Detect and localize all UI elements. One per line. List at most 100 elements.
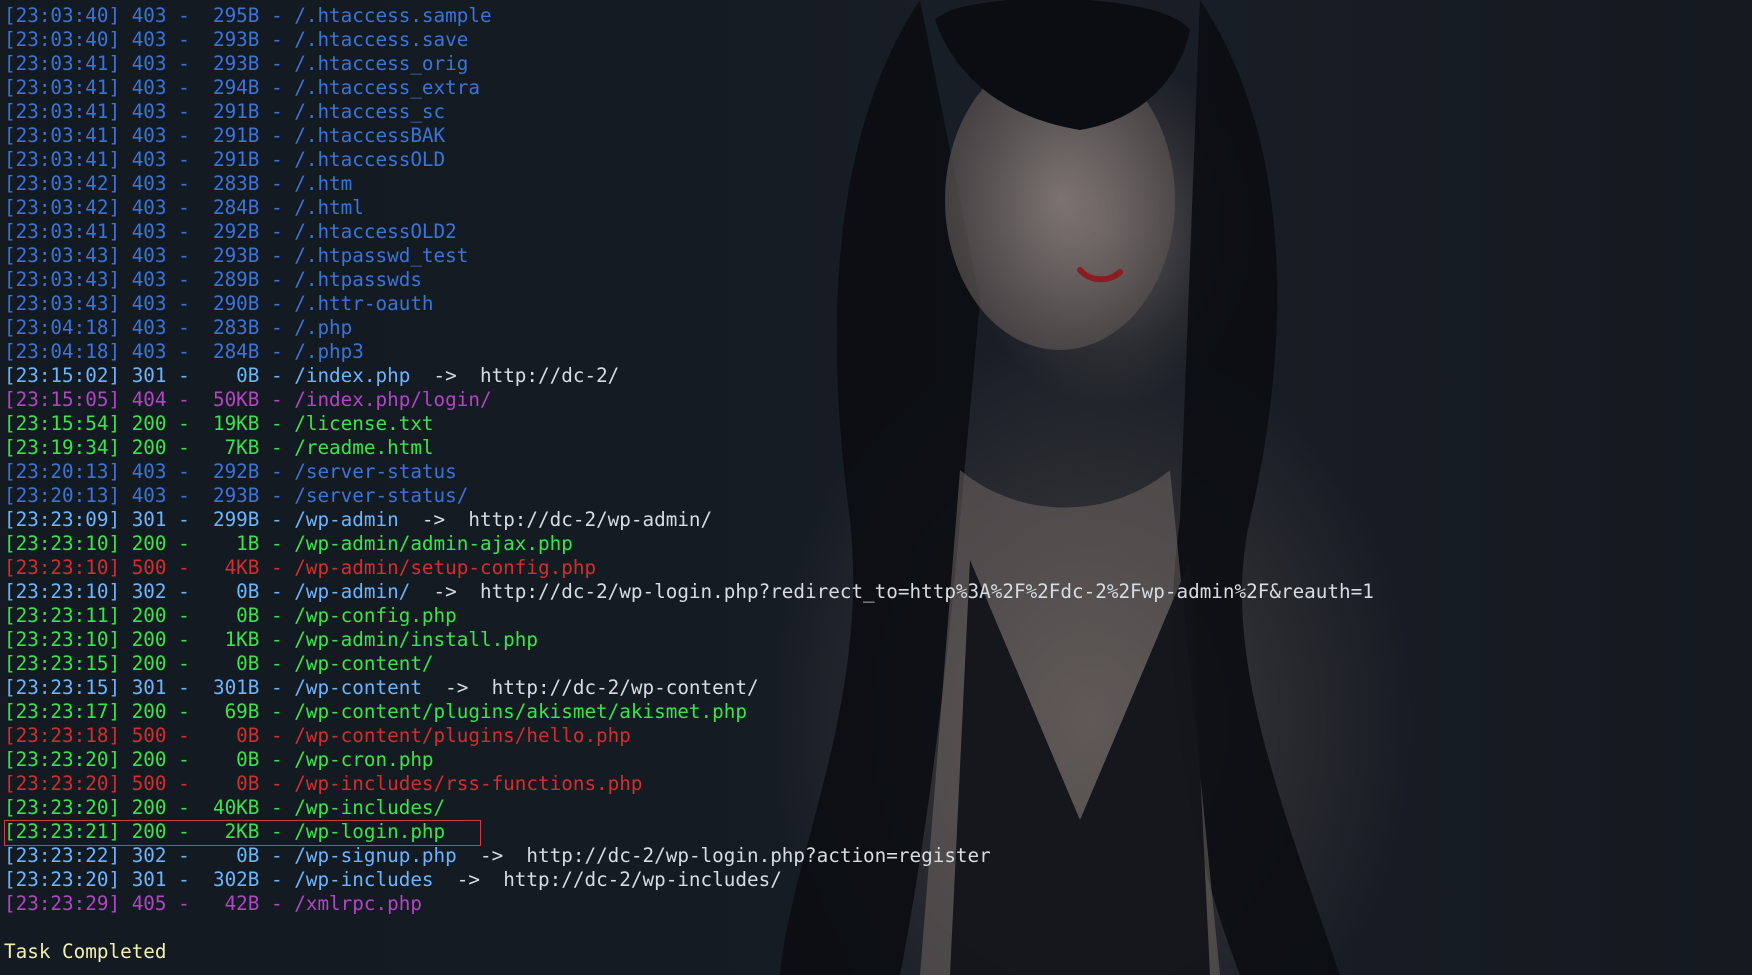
log-status: 200 (120, 628, 167, 651)
log-time: [23:23:10] (4, 556, 121, 579)
log-size: 283B (201, 316, 260, 339)
log-separator: - (166, 172, 202, 195)
log-status: 403 (120, 268, 167, 291)
log-status: 301 (120, 364, 167, 387)
log-time: [23:23:29] (4, 892, 121, 915)
log-path: /xmlrpc.php (294, 892, 422, 915)
log-status: 405 (120, 892, 167, 915)
log-separator: - (259, 100, 295, 123)
log-size: 299B (201, 508, 260, 531)
log-path: /wp-content/plugins/hello.php (294, 724, 631, 747)
log-separator: - (259, 4, 295, 27)
log-path: /wp-includes (294, 868, 434, 891)
log-time: [23:03:41] (4, 52, 121, 75)
log-separator: - (259, 772, 295, 795)
log-size: 293B (201, 52, 260, 75)
log-time: [23:03:41] (4, 76, 121, 99)
log-path: /.htm (294, 172, 353, 195)
log-line: [23:23:11] 200 - 0B - /wp-config.php (4, 604, 1374, 628)
log-path: /wp-cron.php (294, 748, 434, 771)
log-status: 403 (120, 484, 167, 507)
log-line: [23:04:18] 403 - 284B - /.php3 (4, 340, 1374, 364)
log-status: 403 (120, 172, 167, 195)
log-time: [23:23:11] (4, 604, 121, 627)
log-status: 200 (120, 748, 167, 771)
redirect-arrow: -> (433, 868, 504, 891)
log-time: [23:15:02] (4, 364, 121, 387)
log-separator: - (259, 268, 295, 291)
log-separator: - (166, 556, 202, 579)
log-size: 42B (201, 892, 260, 915)
log-separator: - (259, 724, 295, 747)
log-time: [23:03:41] (4, 124, 121, 147)
log-status: 302 (120, 844, 167, 867)
log-line: [23:23:20] 200 - 40KB - /wp-includes/ (4, 796, 1374, 820)
log-size: 283B (201, 172, 260, 195)
log-separator: - (259, 748, 295, 771)
log-path: /wp-signup.php (294, 844, 457, 867)
log-status: 403 (120, 100, 167, 123)
log-line: [23:03:41] 403 - 293B - /.htaccess_orig (4, 52, 1374, 76)
redirect-url: http://dc-2/wp-includes/ (503, 868, 782, 891)
log-separator: - (166, 748, 202, 771)
log-size: 301B (201, 676, 260, 699)
completion-message: Task Completed (4, 940, 167, 963)
log-separator: - (166, 532, 202, 555)
log-separator: - (166, 460, 202, 483)
log-separator: - (259, 244, 295, 267)
log-size: 291B (201, 100, 260, 123)
log-line: [23:03:43] 403 - 290B - /.httr-oauth (4, 292, 1374, 316)
log-status: 200 (120, 652, 167, 675)
log-separator: - (166, 844, 202, 867)
log-size: 284B (201, 340, 260, 363)
log-separator: - (166, 772, 202, 795)
log-size: 292B (201, 460, 260, 483)
log-separator: - (259, 52, 295, 75)
log-line: [23:15:54] 200 - 19KB - /license.txt (4, 412, 1374, 436)
log-time: [23:23:22] (4, 844, 121, 867)
log-status: 404 (120, 388, 167, 411)
log-line: [23:23:09] 301 - 299B - /wp-admin -> htt… (4, 508, 1374, 532)
log-separator: - (166, 364, 202, 387)
log-path: /wp-config.php (294, 604, 457, 627)
log-size: 1B (201, 532, 260, 555)
log-time: [23:04:18] (4, 316, 121, 339)
log-size: 0B (201, 772, 260, 795)
log-status: 200 (120, 700, 167, 723)
log-size: 291B (201, 124, 260, 147)
redirect-url: http://dc-2/wp-login.php?action=register (526, 844, 991, 867)
log-line: [23:23:22] 302 - 0B - /wp-signup.php -> … (4, 844, 1374, 868)
log-time: [23:19:34] (4, 436, 121, 459)
log-line: [23:03:41] 403 - 291B - /.htaccess_sc (4, 100, 1374, 124)
log-size: 302B (201, 868, 260, 891)
log-line: [23:03:41] 403 - 291B - /.htaccessOLD (4, 148, 1374, 172)
log-status: 403 (120, 292, 167, 315)
log-separator: - (166, 76, 202, 99)
log-size: 0B (201, 580, 260, 603)
log-time: [23:23:15] (4, 652, 121, 675)
log-path: /.html (294, 196, 364, 219)
log-separator: - (259, 220, 295, 243)
log-separator: - (166, 4, 202, 27)
log-size: 0B (201, 748, 260, 771)
log-time: [23:23:20] (4, 868, 121, 891)
log-time: [23:23:15] (4, 676, 121, 699)
log-time: [23:23:17] (4, 700, 121, 723)
log-separator: - (259, 628, 295, 651)
log-line: [23:23:10] 500 - 4KB - /wp-admin/setup-c… (4, 556, 1374, 580)
redirect-arrow: -> (456, 844, 527, 867)
log-separator: - (166, 124, 202, 147)
log-status: 403 (120, 244, 167, 267)
log-status: 301 (120, 676, 167, 699)
log-line: [23:20:13] 403 - 293B - /server-status/ (4, 484, 1374, 508)
log-separator: - (259, 292, 295, 315)
log-path: /.htpasswd_test (294, 244, 469, 267)
log-size: 289B (201, 268, 260, 291)
log-path: /license.txt (294, 412, 434, 435)
log-separator: - (166, 508, 202, 531)
log-path: /wp-includes/rss-functions.php (294, 772, 643, 795)
log-separator: - (166, 412, 202, 435)
log-size: 19KB (201, 412, 260, 435)
log-line: [23:23:18] 500 - 0B - /wp-content/plugin… (4, 724, 1374, 748)
log-line: [23:03:40] 403 - 295B - /.htaccess.sampl… (4, 4, 1374, 28)
